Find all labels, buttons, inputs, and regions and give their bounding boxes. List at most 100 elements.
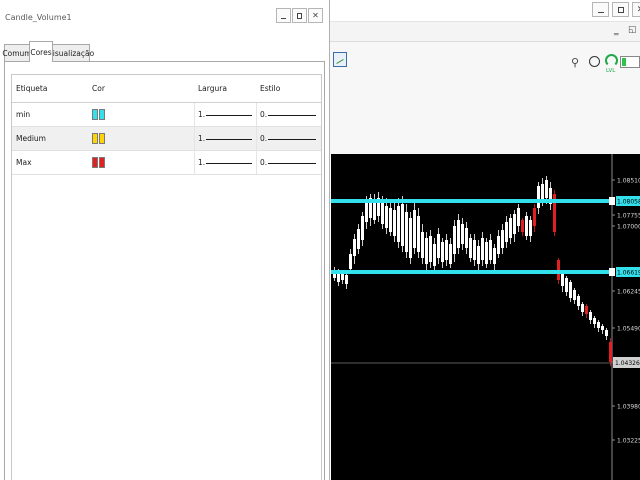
- width-line-preview[interactable]: [206, 139, 252, 140]
- candle-body: [465, 228, 468, 248]
- dialog-minimize-button[interactable]: [276, 8, 291, 23]
- width-line-preview[interactable]: [206, 115, 252, 116]
- candle-body: [453, 226, 456, 254]
- color-swatch[interactable]: [92, 109, 98, 120]
- candle-body: [593, 318, 596, 324]
- style-value[interactable]: 0.: [260, 127, 267, 150]
- signal-icon[interactable]: [605, 54, 618, 67]
- tab-label: Cores: [30, 47, 52, 57]
- width-value[interactable]: 1.: [198, 127, 205, 150]
- column-header-width: Largura: [198, 84, 227, 93]
- candle-body: [445, 240, 448, 260]
- color-swatch[interactable]: [99, 109, 105, 120]
- price-axis-label: 1.03980: [617, 404, 640, 411]
- candle-body: [533, 208, 536, 226]
- close-icon: ✕: [312, 11, 319, 20]
- search-icon[interactable]: ⚲: [571, 56, 579, 69]
- row-label: min: [16, 110, 31, 119]
- tab-visualizacao[interactable]: Visualização: [48, 44, 94, 61]
- chart-window-icon[interactable]: [333, 52, 347, 67]
- candle-body: [505, 222, 508, 242]
- width-value[interactable]: 1.: [198, 151, 205, 174]
- candle-body: [365, 202, 368, 222]
- style-value[interactable]: 0.: [260, 151, 267, 174]
- color-swatch[interactable]: [99, 157, 105, 168]
- column-header-color: Cor: [92, 84, 105, 93]
- candle-body: [537, 186, 540, 208]
- colors-table: Etiqueta Cor Largura Estilo min 1. 0. Me…: [11, 74, 322, 480]
- restore-icon: [297, 12, 302, 19]
- dialog-restore-button[interactable]: [292, 8, 307, 23]
- restore-icon[interactable]: ◱: [628, 25, 637, 35]
- level-line-handle: [609, 268, 615, 276]
- terminal-close-button[interactable]: ✕: [632, 2, 640, 17]
- candle-body: [589, 312, 592, 320]
- signal-label: LVL: [606, 68, 616, 74]
- candle-body: [393, 210, 396, 236]
- price-axis-label: 1.03225: [617, 438, 640, 445]
- level-line-handle: [609, 197, 615, 205]
- minimize-icon: [281, 17, 286, 19]
- candle-body: [341, 273, 344, 280]
- candle-body: [605, 330, 608, 336]
- price-chart[interactable]: 1.085101.077551.070001.062451.054901.047…: [331, 154, 640, 480]
- candle-body: [525, 216, 528, 236]
- candle-body: [545, 180, 548, 198]
- table-row[interactable]: min 1. 0.: [12, 103, 321, 127]
- style-line-preview[interactable]: [268, 115, 316, 116]
- candle-body: [541, 184, 544, 200]
- column-header-label: Etiqueta: [16, 84, 48, 93]
- current-price-label: 1.04326: [615, 360, 640, 367]
- row-label: Max: [16, 158, 32, 167]
- battery-icon: [620, 56, 640, 68]
- candle-body: [429, 236, 432, 262]
- candle-body: [577, 296, 580, 306]
- tab-cores[interactable]: Cores: [29, 41, 53, 62]
- minimize-icon[interactable]: ‗: [614, 26, 619, 36]
- color-swatch[interactable]: [92, 133, 98, 144]
- width-value[interactable]: 1.: [198, 103, 205, 126]
- candle-body: [481, 238, 484, 260]
- candle-body: [573, 290, 576, 300]
- indicator-properties-dialog: Candle_Volume1 ✕ Comum Cores Visualizaçã…: [0, 0, 330, 480]
- candle-body: [485, 242, 488, 264]
- color-swatch[interactable]: [99, 133, 105, 144]
- style-line-preview[interactable]: [268, 163, 316, 164]
- account-icon[interactable]: [589, 56, 600, 67]
- price-axis-label: 1.07000: [617, 224, 640, 231]
- chart-canvas[interactable]: 1.085101.077551.070001.062451.054901.047…: [331, 154, 640, 480]
- color-swatch[interactable]: [92, 157, 98, 168]
- candle-body: [601, 326, 604, 330]
- candle-body: [353, 239, 356, 256]
- candle-body: [501, 230, 504, 248]
- style-line-preview[interactable]: [268, 139, 316, 140]
- candle-body: [513, 214, 516, 234]
- candle-body: [425, 238, 428, 264]
- table-row[interactable]: Medium 1. 0.: [12, 127, 321, 151]
- candle-body: [405, 212, 408, 252]
- tab-label: Visualização: [47, 48, 95, 58]
- width-line-preview[interactable]: [206, 163, 252, 164]
- candle-body: [561, 274, 564, 286]
- terminal-minimize-button[interactable]: [592, 2, 609, 17]
- level-price-label: 1.08058: [617, 199, 640, 206]
- dialog-close-button[interactable]: ✕: [308, 8, 323, 23]
- candle-body: [397, 206, 400, 242]
- candle-body: [421, 232, 424, 258]
- candle-body: [385, 206, 388, 228]
- tab-comum[interactable]: Comum: [2, 44, 32, 61]
- style-value[interactable]: 0.: [260, 103, 267, 126]
- candle-body: [437, 234, 440, 258]
- tab-label: Comum: [2, 48, 32, 58]
- level-price-label: 1.06619: [617, 270, 640, 277]
- candle-body: [529, 220, 532, 236]
- terminal-restore-button[interactable]: [612, 2, 629, 17]
- table-row[interactable]: Max 1. 0.: [12, 151, 321, 175]
- candle-body: [417, 216, 420, 252]
- candle-body: [609, 342, 612, 362]
- candle-body: [433, 244, 436, 266]
- candle-body: [597, 322, 600, 328]
- restore-icon: [617, 6, 624, 13]
- candle-body: [389, 208, 392, 232]
- candle-body: [361, 216, 364, 240]
